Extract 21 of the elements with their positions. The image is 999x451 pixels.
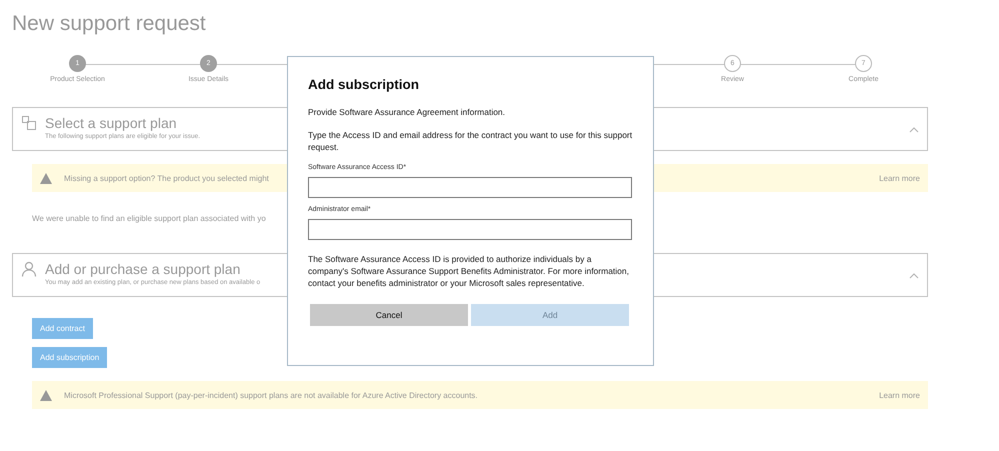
add-button[interactable]: Add contract — [32, 318, 93, 339]
dialog-instructions: Type the Access ID and email address for the contract you want to use for this support request. — [308, 129, 633, 153]
section-title: Add or purchase a support plan — [45, 261, 240, 277]
page-title: New support request — [12, 11, 207, 37]
plan-icon — [21, 115, 37, 131]
person-icon — [21, 261, 37, 277]
dialog-note: The Software Assurance Access ID is provided to authorize individuals by a company's Software Assurance Support Benefits Administrator. For more information, contact your benefits administrator or your Microsoft sales representative. — [308, 253, 630, 289]
dialog-title: Add subscription — [308, 77, 420, 92]
warning-text: Microsoft Professional Support (pay-per-incident) support plans are not available for Azure Active Directory accounts. — [64, 390, 479, 400]
plan-message: We were unable to find an eligible support plan associated with yo — [32, 214, 267, 223]
cancel-button[interactable]: Cancel — [310, 304, 468, 326]
input-field[interactable] — [308, 219, 632, 240]
add-button[interactable]: Add subscription — [32, 347, 108, 368]
input-field[interactable] — [308, 177, 632, 198]
learn-more-link[interactable]: Learn more — [879, 174, 920, 182]
warning-text: Missing a support option? The product you selected might — [64, 174, 270, 182]
learn-more-link[interactable]: Learn more — [879, 390, 920, 400]
section-title: Select a support plan — [45, 115, 177, 131]
warning-icon — [40, 390, 52, 400]
dialog-intro: Provide Software Assurance Agreement information. — [308, 106, 506, 118]
warning-icon — [40, 172, 52, 184]
